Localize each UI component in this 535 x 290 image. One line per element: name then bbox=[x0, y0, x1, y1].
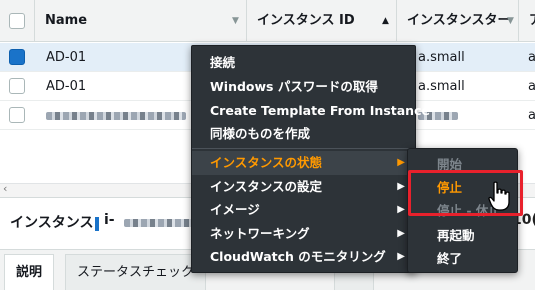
menu-item-image[interactable]: イメージ ▶ bbox=[192, 198, 415, 222]
menu-item-label: イメージ bbox=[210, 202, 260, 217]
select-all-checkbox[interactable] bbox=[9, 13, 25, 29]
table-header: Name ▼ インスタンス ID ▲ インスタンスター ▼ ア bbox=[0, 0, 535, 42]
menu-item-instance-settings[interactable]: インスタンスの設定 ▶ bbox=[192, 175, 415, 199]
row-checkbox[interactable] bbox=[9, 107, 25, 123]
menu-item-label: Create Template From Instance bbox=[210, 103, 430, 118]
submenu-item-label: 終了 bbox=[437, 251, 463, 266]
instance-id-prefix: i- bbox=[104, 212, 115, 228]
instance-type: a.small bbox=[418, 50, 465, 65]
sort-caret-icon[interactable]: ▼ bbox=[232, 0, 239, 42]
submenu-arrow-icon: ▶ bbox=[397, 204, 405, 215]
menu-item-label: インスタンスの状態 bbox=[210, 155, 323, 170]
availability-zone: a bbox=[528, 50, 535, 65]
menu-item-label: 接続 bbox=[210, 55, 236, 70]
menu-item-get-windows-password[interactable]: Windows パスワードの取得 bbox=[192, 75, 415, 99]
menu-item-label: 同様のものを作成 bbox=[210, 126, 311, 141]
sort-ascending-icon[interactable]: ▲ bbox=[382, 0, 389, 42]
submenu-item-terminate[interactable]: 終了 bbox=[408, 247, 517, 270]
column-header-instance-type[interactable]: インスタンスター bbox=[397, 0, 519, 42]
tab-status-checks[interactable]: ステータスチェック bbox=[65, 254, 207, 290]
column-header-label: インスタンスター bbox=[407, 13, 511, 28]
id-marker bbox=[95, 217, 99, 231]
redacted-name bbox=[46, 112, 186, 120]
redacted-instance-id bbox=[124, 219, 194, 227]
hand-pointer-icon bbox=[488, 181, 510, 211]
menu-item-launch-more-like-this[interactable]: 同様のものを作成 bbox=[192, 122, 415, 146]
instance-label: インスタンス: bbox=[10, 215, 100, 231]
submenu-item-label: 再起動 bbox=[437, 228, 475, 243]
menu-item-networking[interactable]: ネットワーキング ▶ bbox=[192, 222, 415, 246]
menu-item-label: インスタンスの設定 bbox=[210, 179, 323, 194]
submenu-arrow-icon: ▶ bbox=[397, 251, 405, 262]
menu-separator bbox=[192, 148, 415, 149]
sort-caret-icon[interactable]: ▼ bbox=[507, 0, 514, 42]
column-header-label: ア bbox=[529, 13, 535, 28]
tab-label: ステータスチェック bbox=[77, 265, 195, 280]
instance-type: a.small bbox=[418, 79, 465, 94]
tab-label: 説明 bbox=[16, 265, 43, 280]
submenu-arrow-icon: ▶ bbox=[397, 228, 405, 239]
submenu-arrow-icon: ▶ bbox=[397, 157, 405, 168]
tab-description[interactable]: 説明 bbox=[4, 254, 55, 290]
column-header-label: インスタンス ID bbox=[257, 13, 355, 28]
instance-name: AD-01 bbox=[46, 50, 87, 65]
submenu-arrow-icon: ▶ bbox=[397, 181, 405, 192]
menu-item-instance-state[interactable]: インスタンスの状態 ▶ bbox=[192, 151, 415, 175]
instance-name: AD-01 bbox=[46, 79, 87, 94]
menu-item-connect[interactable]: 接続 bbox=[192, 51, 415, 75]
column-header-instance-id[interactable]: インスタンス ID bbox=[247, 0, 397, 42]
submenu-item-reboot[interactable]: 再起動 bbox=[408, 224, 517, 247]
menu-item-create-template[interactable]: Create Template From Instance bbox=[192, 99, 430, 123]
column-header-label: Name bbox=[45, 13, 88, 28]
column-header-availability-zone[interactable]: ア bbox=[519, 0, 535, 42]
availability-zone: a bbox=[528, 108, 535, 123]
menu-item-label: CloudWatch のモニタリング bbox=[210, 249, 386, 264]
menu-item-cloudwatch-monitoring[interactable]: CloudWatch のモニタリング ▶ bbox=[192, 245, 415, 269]
row-checkbox[interactable] bbox=[9, 78, 25, 94]
menu-item-label: ネットワーキング bbox=[210, 226, 310, 241]
instance-actions-menu: 接続 Windows パスワードの取得 Create Template From… bbox=[191, 45, 430, 273]
availability-zone: a bbox=[528, 79, 535, 94]
column-header-name[interactable]: Name bbox=[34, 0, 247, 42]
row-checkbox[interactable] bbox=[9, 49, 25, 65]
scroll-left-icon[interactable]: ‹ bbox=[3, 182, 7, 195]
menu-item-label: Windows パスワードの取得 bbox=[210, 79, 378, 94]
